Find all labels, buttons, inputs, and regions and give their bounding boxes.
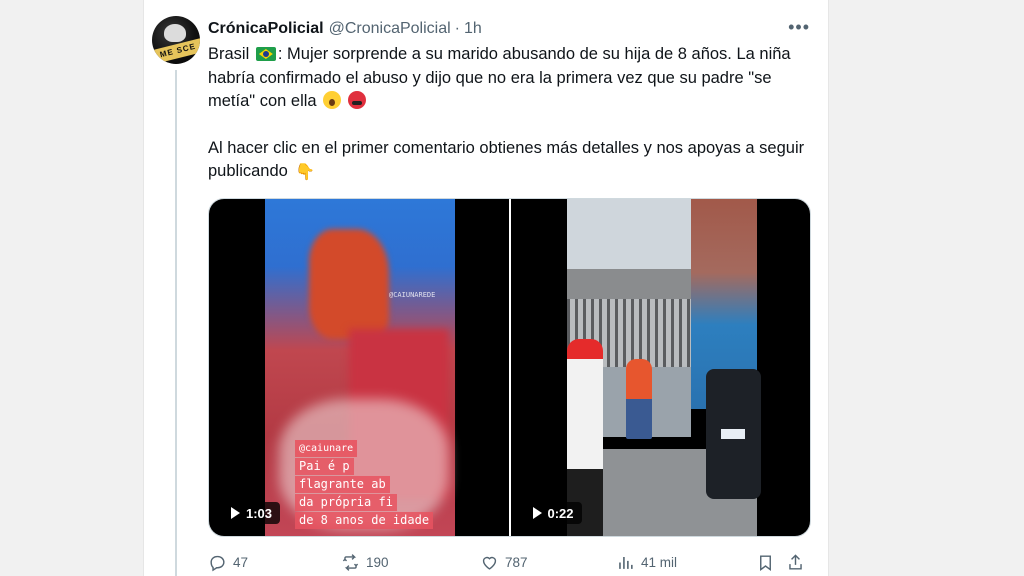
video-1-caption-line: da própria fi — [295, 494, 397, 511]
views-button[interactable]: 41 mil — [616, 553, 677, 572]
play-icon — [231, 507, 240, 519]
more-options-icon[interactable]: ••• — [788, 17, 810, 38]
pointing-down-icon: 👇 — [295, 164, 316, 181]
heart-icon — [482, 556, 497, 570]
reply-count: 47 — [233, 554, 249, 570]
video-1-duration: 1:03 — [246, 505, 273, 521]
bookmark-button[interactable] — [756, 553, 775, 572]
video-1-blur-figure — [309, 229, 389, 339]
video-2-person-back — [625, 359, 652, 439]
tweet-header: CrónicaPolicial @CronicaPolicial · 1h — [208, 18, 812, 40]
tweet-text-body: : Mujer sorprende a su marido abusando d… — [208, 45, 791, 110]
skull-icon — [164, 24, 186, 42]
tweet-text-country: Brasil — [208, 45, 250, 63]
video-2[interactable]: 0:22 — [510, 199, 810, 536]
play-icon — [532, 507, 542, 519]
action-bar: 47 190 787 41 mil — [208, 548, 811, 576]
like-count: 787 — [505, 554, 528, 570]
share-button[interactable] — [786, 553, 805, 572]
separator-dot: · — [454, 20, 460, 37]
analytics-icon — [619, 556, 633, 569]
bookmark-icon — [760, 554, 771, 571]
repost-icon — [342, 553, 359, 571]
thread-line — [175, 70, 177, 576]
video-2-duration: 0:22 — [547, 505, 574, 521]
brazil-flag-icon — [255, 47, 276, 61]
share-icon — [789, 553, 802, 570]
video-1-caption: @caiunare Pai é p flagrante ab da própri… — [295, 439, 455, 530]
repost-button[interactable]: 190 — [341, 553, 389, 572]
tweet-text: Brasil : Mujer sorprende a su marido abu… — [208, 43, 808, 208]
author-name[interactable]: CrónicaPolicial — [208, 20, 324, 38]
author-handle[interactable]: @CronicaPolicial — [329, 20, 451, 38]
video-1-watermark: @CAIUNAREDE — [389, 291, 436, 299]
cursing-face-icon — [347, 91, 366, 109]
reply-icon — [210, 555, 225, 571]
astonished-face-icon — [323, 91, 342, 109]
tweet-paragraph-1: Brasil : Mujer sorprende a su marido abu… — [208, 43, 808, 114]
video-1-caption-handle: @caiunare — [295, 440, 358, 457]
video-1[interactable]: @CAIUNAREDE @caiunare Pai é p flagrante … — [209, 199, 509, 536]
reply-button[interactable]: 47 — [208, 553, 248, 572]
video-1-caption-line: Pai é p — [295, 458, 354, 475]
video-1-duration-badge[interactable]: 1:03 — [225, 502, 281, 524]
like-button[interactable]: 787 — [480, 553, 528, 572]
video-1-caption-line: de 8 anos de idade — [295, 512, 434, 529]
media-grid: @CAIUNAREDE @caiunare Pai é p flagrante … — [208, 198, 811, 537]
avatar[interactable]: ME SCE — [152, 16, 200, 64]
video-2-plate — [720, 429, 745, 439]
video-2-duration-badge[interactable]: 0:22 — [526, 502, 582, 524]
views-count: 41 mil — [641, 554, 678, 570]
video-1-caption-line: flagrante ab — [295, 476, 390, 493]
tweet-paragraph-2: Al hacer clic en el primer comentario ob… — [208, 137, 808, 185]
tweet-timestamp[interactable]: 1h — [464, 20, 482, 38]
tweet-card[interactable]: ME SCE CrónicaPolicial @CronicaPolicial … — [143, 0, 829, 576]
repost-count: 190 — [366, 554, 389, 570]
